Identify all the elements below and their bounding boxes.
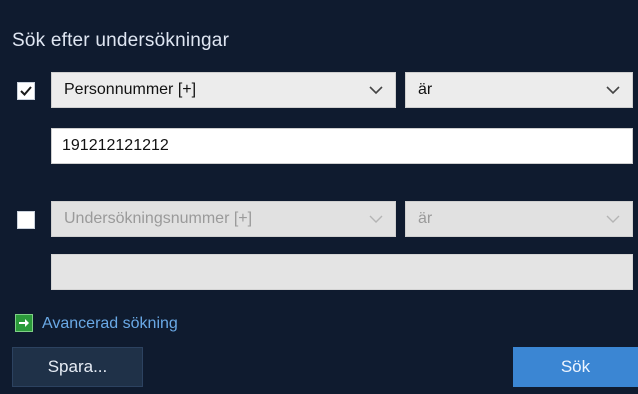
chevron-down-icon: [606, 85, 620, 95]
chevron-down-icon: [369, 214, 383, 224]
criterion-1-value-input[interactable]: 191212121212: [51, 128, 633, 164]
advanced-search-link[interactable]: Avancerad sökning: [42, 315, 178, 333]
chevron-down-icon: [369, 85, 383, 95]
criterion-1-checkbox[interactable]: [17, 82, 35, 100]
arrow-right-icon[interactable]: [15, 314, 33, 332]
criterion-1-operator-select[interactable]: är: [405, 72, 633, 108]
chevron-down-icon: [606, 214, 620, 224]
checkmark-icon: [20, 86, 32, 96]
criterion-1-value: 191212121212: [62, 137, 169, 154]
criterion-2-field-select[interactable]: Undersökningsnummer [+]: [51, 201, 396, 237]
search-button[interactable]: Sök: [513, 347, 638, 387]
criterion-1-field-label: Personnummer [+]: [64, 81, 197, 98]
criterion-2-checkbox[interactable]: [17, 211, 35, 229]
criterion-2-value-input[interactable]: [51, 254, 633, 290]
criterion-1-operator-label: är: [418, 81, 433, 98]
save-button[interactable]: Spara...: [12, 347, 143, 387]
criterion-2-operator-select[interactable]: är: [405, 201, 633, 237]
criterion-2-field-label: Undersökningsnummer [+]: [64, 210, 253, 227]
criterion-2-operator-label: är: [418, 210, 433, 227]
dialog-title: Sök efter undersökningar: [12, 30, 230, 51]
criterion-1-field-select[interactable]: Personnummer [+]: [51, 72, 396, 108]
